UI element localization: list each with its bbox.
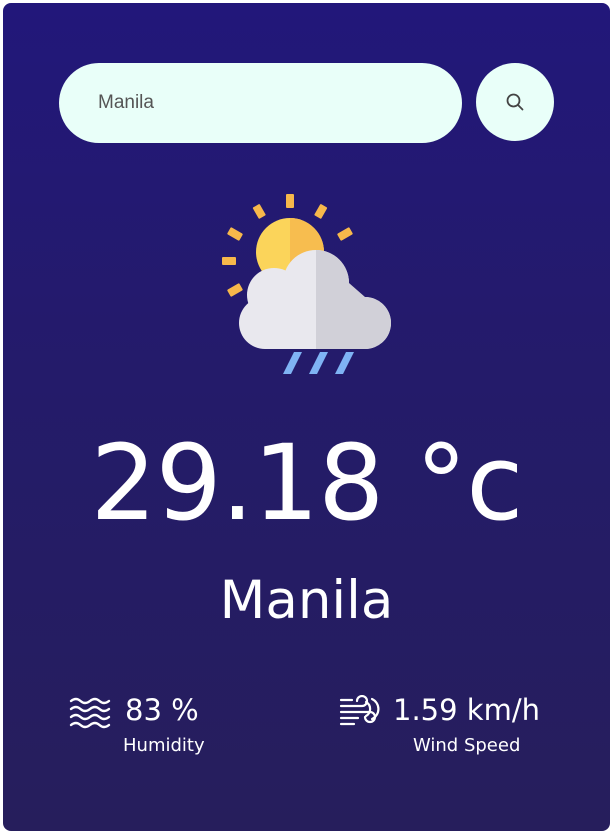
wind-speed-value: 1.59 km/h [393,693,540,727]
humidity-value: 83 % [125,693,199,727]
wind-icon [339,695,380,726]
search-icon [506,93,524,111]
wind-speed-label: Wind Speed [413,735,521,756]
sun-behind-rain-cloud-icon [222,194,391,374]
search-button[interactable] [476,63,554,141]
city-name: Manila [219,570,394,631]
temperature: 29.18 °c [90,422,524,544]
weather-card: 29.18 °c Manila 83 % Humidity 1.59 km/h … [3,3,610,831]
humidity-label: Humidity [123,735,205,756]
humidity-waves-icon [69,697,111,729]
search-input[interactable] [59,63,462,143]
